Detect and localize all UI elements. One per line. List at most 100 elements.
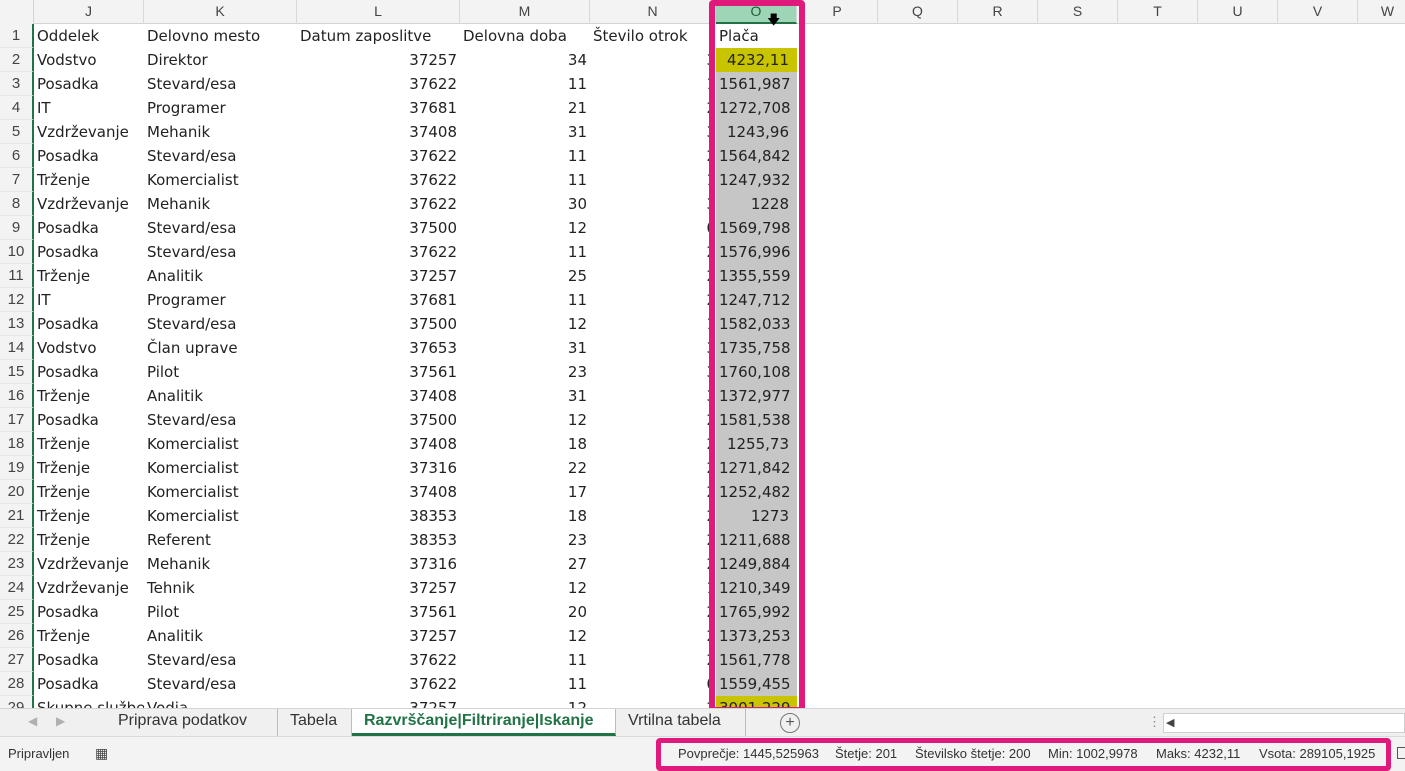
cell-doba[interactable]: 12 <box>460 576 590 600</box>
row-number[interactable]: 26 <box>0 624 34 648</box>
cell-doba[interactable]: 31 <box>460 336 590 360</box>
cell-mesto[interactable]: Analitik <box>144 624 297 648</box>
column-header-n[interactable]: N <box>590 0 716 24</box>
cell-otrok[interactable]: 2 <box>590 648 716 672</box>
cell-placa[interactable]: 1211,688 <box>716 528 797 552</box>
cell-oddelek[interactable]: Posadka <box>34 648 144 672</box>
cell-datum[interactable]: 38353 <box>297 528 460 552</box>
cell-oddelek[interactable]: Posadka <box>34 72 144 96</box>
cell-datum[interactable]: 37316 <box>297 456 460 480</box>
cell-placa[interactable]: 1561,987 <box>716 72 797 96</box>
spreadsheet-grid[interactable]: JKLMNOPQRSTUVW 1 Oddelek Delovno mesto Datu… <box>0 0 1405 708</box>
stat-max[interactable]: Maks: 4232,11 <box>1156 746 1240 761</box>
row-number[interactable]: 19 <box>0 456 34 480</box>
cell-doba[interactable]: Delovna doba <box>460 24 590 48</box>
cell-placa[interactable]: 1228 <box>716 192 797 216</box>
cell-mesto[interactable]: Direktor <box>144 48 297 72</box>
cell-datum[interactable]: 37408 <box>297 384 460 408</box>
cell-datum[interactable]: 37622 <box>297 648 460 672</box>
cell-placa[interactable]: 1355,559 <box>716 264 797 288</box>
cell-oddelek[interactable]: Skupne službe <box>34 696 144 708</box>
cell-mesto[interactable]: Pilot <box>144 360 297 384</box>
cell-otrok[interactable]: 1 <box>590 168 716 192</box>
cell-doba[interactable]: 11 <box>460 648 590 672</box>
cell-oddelek[interactable]: Posadka <box>34 408 144 432</box>
cell-datum[interactable]: 37500 <box>297 216 460 240</box>
cell-mesto[interactable]: Stevard/esa <box>144 240 297 264</box>
cell-placa[interactable]: 1561,778 <box>716 648 797 672</box>
stat-count[interactable]: Štetje: 201 <box>835 746 897 761</box>
cell-doba[interactable]: 18 <box>460 432 590 456</box>
cell-datum[interactable]: 37500 <box>297 312 460 336</box>
row-number[interactable]: 12 <box>0 288 34 312</box>
cell-mesto[interactable]: Tehnik <box>144 576 297 600</box>
cell-otrok[interactable]: 2 <box>590 144 716 168</box>
sheet-tab[interactable]: Priprava podatkov <box>106 709 278 736</box>
cell-datum[interactable]: 37561 <box>297 360 460 384</box>
row-number[interactable]: 28 <box>0 672 34 696</box>
cell-placa[interactable]: 1247,712 <box>716 288 797 312</box>
cell-oddelek[interactable]: Oddelek <box>34 24 144 48</box>
cell-mesto[interactable]: Mehanik <box>144 192 297 216</box>
normal-view-icon[interactable] <box>1397 747 1405 759</box>
cell-placa[interactable]: 1559,455 <box>716 672 797 696</box>
column-header-v[interactable]: V <box>1278 0 1358 24</box>
scroll-tabs-left-icon[interactable]: ◀ <box>28 714 37 728</box>
row-number[interactable]: 24 <box>0 576 34 600</box>
column-header-w[interactable]: W <box>1358 0 1405 24</box>
row-number[interactable]: 25 <box>0 600 34 624</box>
cell-mesto[interactable]: Programer <box>144 96 297 120</box>
cell-otrok[interactable]: 3 <box>590 192 716 216</box>
cell-placa[interactable]: 1249,884 <box>716 552 797 576</box>
cell-placa[interactable]: 1373,253 <box>716 624 797 648</box>
cell-doba[interactable]: 22 <box>460 456 590 480</box>
cell-otrok[interactable]: 2 <box>590 600 716 624</box>
row-number[interactable]: 20 <box>0 480 34 504</box>
cell-doba[interactable]: 27 <box>460 552 590 576</box>
cell-mesto[interactable]: Vodja <box>144 696 297 708</box>
splitter-handle-icon[interactable]: ⋮ <box>1148 714 1161 730</box>
cell-oddelek[interactable]: Trženje <box>34 456 144 480</box>
stat-sum[interactable]: Vsota: 289105,1925 <box>1259 746 1375 761</box>
cell-doba[interactable]: 12 <box>460 312 590 336</box>
cell-datum[interactable]: 37257 <box>297 264 460 288</box>
row-number[interactable]: 15 <box>0 360 34 384</box>
cell-oddelek[interactable]: Trženje <box>34 624 144 648</box>
cell-mesto[interactable]: Stevard/esa <box>144 72 297 96</box>
row-number[interactable]: 21 <box>0 504 34 528</box>
cell-mesto[interactable]: Stevard/esa <box>144 672 297 696</box>
cell-mesto[interactable]: Programer <box>144 288 297 312</box>
row-number[interactable]: 4 <box>0 96 34 120</box>
cell-oddelek[interactable]: Trženje <box>34 528 144 552</box>
cell-mesto[interactable]: Komercialist <box>144 168 297 192</box>
cell-oddelek[interactable]: Trženje <box>34 504 144 528</box>
cell-otrok[interactable]: 2 <box>590 552 716 576</box>
cell-datum[interactable]: 37622 <box>297 240 460 264</box>
cell-mesto[interactable]: Stevard/esa <box>144 648 297 672</box>
stat-numeric-count[interactable]: Številsko štetje: 200 <box>915 746 1031 761</box>
cell-doba[interactable]: 21 <box>460 96 590 120</box>
cell-mesto[interactable]: Delovno mesto <box>144 24 297 48</box>
column-header-u[interactable]: U <box>1198 0 1278 24</box>
column-header-s[interactable]: S <box>1038 0 1118 24</box>
cell-datum[interactable]: 37561 <box>297 600 460 624</box>
cell-oddelek[interactable]: Posadka <box>34 360 144 384</box>
cell-mesto[interactable]: Pilot <box>144 600 297 624</box>
cell-otrok[interactable]: 0 <box>590 672 716 696</box>
cell-oddelek[interactable]: Trženje <box>34 264 144 288</box>
row-number[interactable]: 5 <box>0 120 34 144</box>
cell-datum[interactable]: 37408 <box>297 432 460 456</box>
cell-doba[interactable]: 30 <box>460 192 590 216</box>
cell-placa[interactable]: 1576,996 <box>716 240 797 264</box>
cell-datum[interactable]: 37681 <box>297 288 460 312</box>
column-header-r[interactable]: R <box>958 0 1038 24</box>
cell-doba[interactable]: 31 <box>460 120 590 144</box>
row-number[interactable]: 10 <box>0 240 34 264</box>
row-number[interactable]: 29 <box>0 696 34 708</box>
cell-oddelek[interactable]: Posadka <box>34 240 144 264</box>
row-number[interactable]: 7 <box>0 168 34 192</box>
row-number[interactable]: 23 <box>0 552 34 576</box>
cell-doba[interactable]: 12 <box>460 408 590 432</box>
row-number[interactable]: 13 <box>0 312 34 336</box>
cell-mesto[interactable]: Član uprave <box>144 336 297 360</box>
